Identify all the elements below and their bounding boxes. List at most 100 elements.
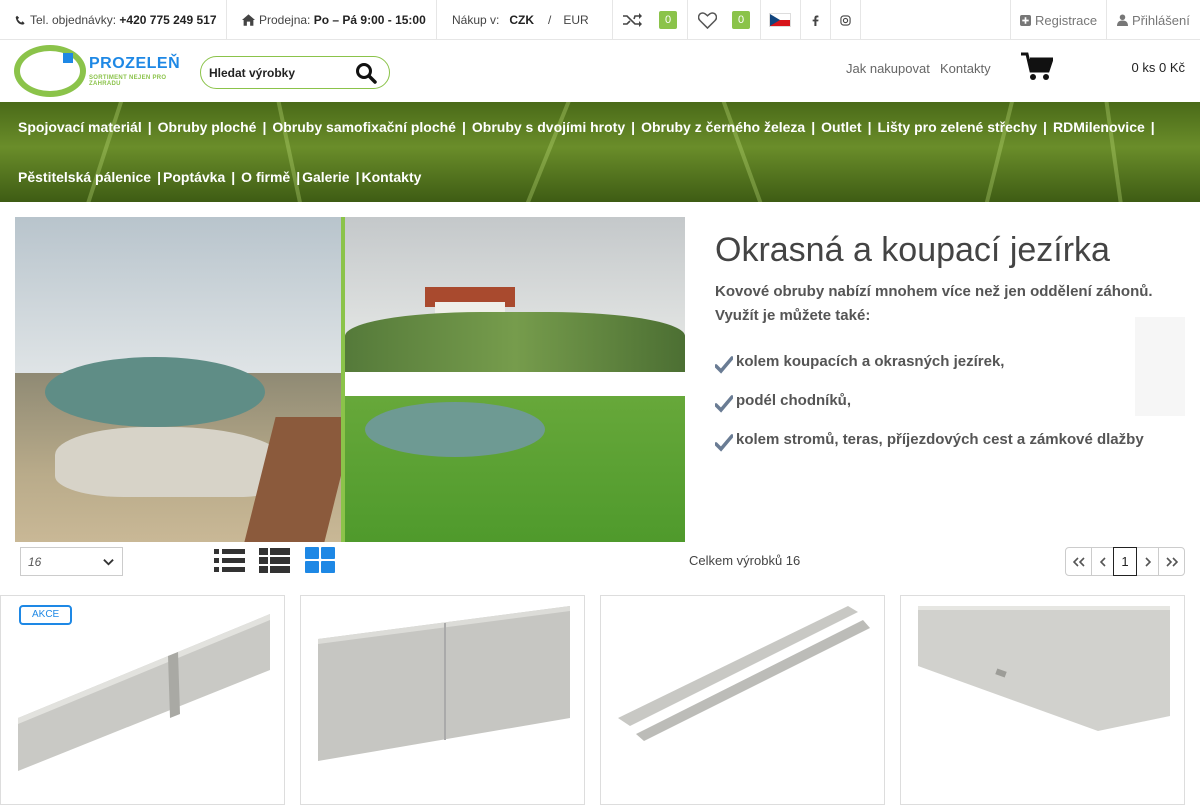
benefits-list: kolem koupacích a okrasných jezírek, pod… [715, 342, 1190, 459]
plus-square-icon [1020, 14, 1031, 26]
currency-label: Nákup v: [452, 13, 500, 27]
list-item: podél chodníků, [715, 381, 1190, 420]
grass-decoration [270, 102, 304, 202]
nav-item-poptavka[interactable]: Poptávka [163, 169, 225, 185]
chevron-right-icon [1144, 556, 1151, 567]
grass-decoration [1100, 102, 1124, 202]
phone-number[interactable]: +420 775 249 517 [119, 13, 216, 27]
first-page-button[interactable] [1065, 547, 1092, 576]
compare-count-badge: 0 [659, 11, 677, 29]
list-item: kolem koupacích a okrasných jezírek, [715, 342, 1190, 381]
page-1-button[interactable]: 1 [1113, 547, 1137, 576]
cart-icon[interactable] [1021, 52, 1053, 82]
nav-separator: | [355, 169, 360, 185]
nav-item-obruby-ploche[interactable]: Obruby ploché [158, 119, 257, 135]
phone-info: Tel. objednávky: +420 775 249 517 [0, 0, 227, 40]
grid-view-icon[interactable] [305, 547, 336, 574]
list-item-label: kolem stromů, teras, příjezdových cest a… [736, 431, 1144, 448]
site-header: PROZELEŇ SORTIMENT NEJEN PRO ZAHRADU Jak… [0, 40, 1200, 102]
search-icon[interactable] [355, 62, 377, 84]
nav-item-outlet[interactable]: Outlet [821, 119, 861, 135]
per-page-select[interactable]: 16 [20, 547, 123, 576]
nav-row-1: Spojovací materiál | Obruby ploché | Obrub… [18, 119, 1161, 135]
grass-decoration [80, 102, 128, 202]
nav-separator: | [867, 119, 872, 135]
nav-item-rdmilenovice[interactable]: RDMilenovice [1053, 119, 1145, 135]
nav-item-listy-strechy[interactable]: Lišty pro zelené střechy [878, 119, 1038, 135]
sale-badge: AKCE [19, 605, 73, 625]
czech-flag-icon [769, 13, 791, 27]
hero-image [15, 217, 685, 542]
language-cz[interactable] [761, 0, 801, 40]
nav-separator: | [262, 119, 267, 135]
nav-item-obruby-dvoji-hroty[interactable]: Obruby s dvojími hroty [472, 119, 625, 135]
cart-summary[interactable]: 0 ks 0 Kč [1132, 60, 1185, 75]
phone-icon [15, 15, 25, 25]
next-page-button[interactable] [1136, 547, 1159, 576]
nav-separator: | [631, 119, 636, 135]
product-card[interactable] [900, 595, 1185, 805]
product-image[interactable] [18, 606, 270, 771]
nav-item-palenice[interactable]: Pěstitelská pálenice [18, 169, 151, 185]
nav-item-spojovaci-material[interactable]: Spojovací materiál [18, 119, 142, 135]
category-description: Okrasná a koupací jezírka Kovové obruby … [715, 217, 1190, 459]
product-image[interactable] [318, 606, 570, 763]
facebook-link[interactable] [801, 0, 831, 40]
pond-photo-left [15, 217, 356, 542]
nav-separator: | [157, 169, 161, 185]
user-icon [1117, 14, 1128, 26]
login-link[interactable]: Přihlášení [1107, 0, 1200, 40]
list-item-label: kolem koupacích a okrasných jezírek, [736, 353, 1005, 370]
product-card[interactable] [300, 595, 585, 805]
nav-item-o-firme[interactable]: O firmě [241, 169, 290, 185]
list-item-label: podél chodníků, [736, 392, 851, 409]
wishlist-button[interactable]: 0 [688, 0, 761, 40]
side-placeholder-box [1135, 317, 1185, 416]
grass-decoration [980, 102, 1018, 202]
last-page-button[interactable] [1158, 547, 1185, 576]
product-image[interactable] [618, 606, 870, 741]
prev-page-button[interactable] [1091, 547, 1114, 576]
facebook-icon [812, 15, 819, 26]
product-image[interactable] [918, 606, 1170, 731]
per-page-value: 16 [28, 555, 42, 569]
currency-separator: / [548, 13, 552, 27]
nav-separator: | [231, 169, 236, 185]
how-to-buy-link[interactable]: Jak nakupovat [846, 61, 930, 76]
nav-item-obruby-cerne-zelezo[interactable]: Obruby z černého železa [641, 119, 805, 135]
hero-lead: Kovové obruby nabízí mnohem více než jen… [715, 283, 1153, 324]
nav-item-galerie[interactable]: Galerie [302, 169, 349, 185]
logo-ring-graphic [14, 45, 86, 97]
nav-item-obruby-samofixacni[interactable]: Obruby samofixační ploché [272, 119, 456, 135]
product-card[interactable]: AKCE [0, 595, 285, 805]
instagram-icon [840, 14, 851, 26]
phone-label: Tel. objednávky: [30, 13, 117, 27]
instagram-link[interactable] [831, 0, 861, 40]
grass-decoration [712, 102, 764, 202]
heart-icon [698, 11, 717, 29]
pond-photo-right [345, 217, 685, 542]
checkmark-icon [715, 433, 733, 452]
pagination: 1 [1065, 547, 1185, 576]
top-bar: Tel. objednávky: +420 775 249 517 Prodej… [0, 0, 1200, 40]
nav-item-kontakty[interactable]: Kontakty [362, 169, 422, 185]
currency-eur[interactable]: EUR [563, 13, 588, 27]
search-input[interactable] [209, 63, 349, 83]
chevron-down-icon [103, 559, 114, 566]
register-link[interactable]: Registrace [1010, 0, 1107, 40]
checkmark-icon [715, 355, 733, 374]
nav-separator: | [296, 169, 301, 185]
detailed-list-view-icon[interactable] [259, 547, 290, 574]
nav-separator: | [461, 119, 466, 135]
store-hours-info: Prodejna: Po – Pá 9:00 - 15:00 [227, 0, 437, 40]
home-icon [242, 14, 255, 26]
site-logo[interactable]: PROZELEŇ SORTIMENT NEJEN PRO ZAHRADU [14, 43, 186, 99]
currency-czk[interactable]: CZK [509, 13, 534, 27]
compare-button[interactable]: 0 [613, 0, 688, 40]
double-chevron-right-icon [1165, 556, 1178, 567]
list-view-icon[interactable] [214, 547, 245, 574]
contacts-link[interactable]: Kontakty [940, 61, 991, 76]
store-hours: Po – Pá 9:00 - 15:00 [313, 13, 426, 27]
product-card[interactable] [600, 595, 885, 805]
wishlist-count-badge: 0 [732, 11, 750, 29]
